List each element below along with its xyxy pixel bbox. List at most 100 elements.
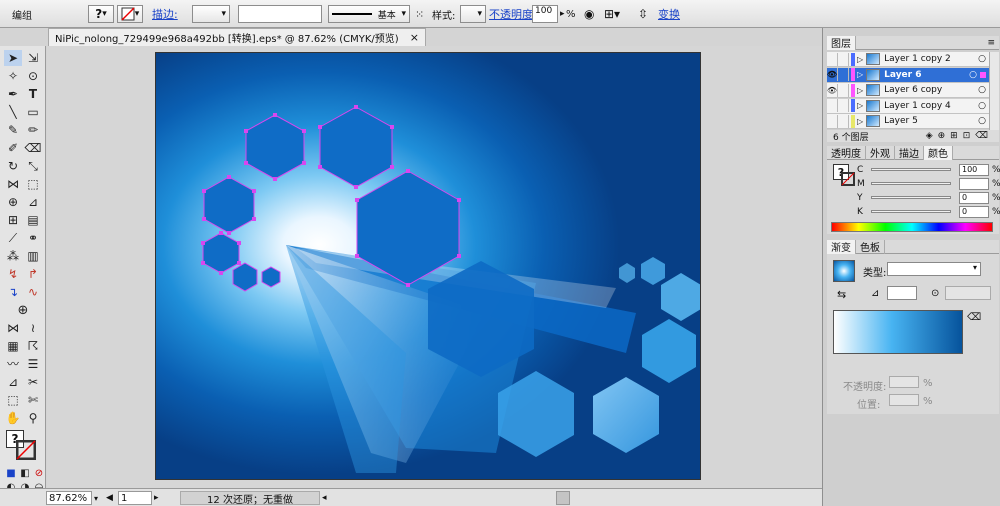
hexagon-shape-selected[interactable] — [319, 106, 393, 188]
black-slider[interactable]: K 0% — [857, 206, 1000, 218]
opacity-link[interactable]: 不透明度: — [489, 4, 537, 24]
canvas-area[interactable] — [47, 46, 822, 488]
pucker-tool-icon[interactable]: ☈ — [24, 338, 42, 354]
measure-tool-icon[interactable]: ⊿ — [4, 374, 22, 390]
hand-tool-icon[interactable]: ✋ — [4, 410, 22, 426]
opacity-input[interactable]: 100 — [532, 5, 558, 23]
live-paint-tool-icon[interactable]: ↯ — [4, 266, 22, 282]
symbol-sprayer-tool-icon[interactable]: ⁂ — [4, 248, 22, 264]
transform-icon[interactable]: ⇳ — [638, 4, 648, 24]
brush-definition-dropdown[interactable]: 基本 ▾ — [328, 5, 410, 23]
lock-toggle[interactable] — [838, 114, 849, 128]
target-icon[interactable]: ○ — [978, 54, 986, 64]
layer-row[interactable]: ▷ Layer 1 copy 4 ○ — [827, 98, 989, 114]
warp-tool-icon[interactable]: ∿ — [24, 284, 42, 300]
first-artboard-icon[interactable]: ◀ — [106, 491, 113, 505]
align-icon[interactable]: ⊞▾ — [604, 4, 620, 24]
wrinkle-tool-icon[interactable]: 〰 — [4, 356, 22, 372]
magic-wand-tool-icon[interactable]: ✧ — [4, 68, 22, 84]
crop-area-tool-icon[interactable]: ⬚ — [4, 392, 22, 408]
next-artboard-icon[interactable]: ▸ — [154, 491, 159, 505]
slider-track[interactable] — [871, 182, 951, 185]
expand-arrow-icon[interactable]: ▷ — [857, 117, 863, 126]
twist-tool-icon[interactable]: ↴ — [4, 284, 22, 300]
scissors-tool-icon[interactable]: ✄ — [24, 392, 42, 408]
stroke-color-dropdown[interactable]: ▾ — [117, 5, 143, 23]
yellow-slider[interactable]: Y 0% — [857, 192, 1000, 204]
slider-track[interactable] — [871, 210, 951, 213]
delete-stop-icon[interactable]: ⌫ — [967, 312, 981, 323]
visibility-eye-icon[interactable] — [827, 52, 838, 66]
expand-arrow-icon[interactable]: ▷ — [857, 55, 863, 64]
hexagon-shape-selected[interactable] — [203, 176, 255, 234]
lock-toggle[interactable] — [838, 83, 849, 97]
scale-tool-icon[interactable]: ⤡ — [24, 158, 42, 174]
slider-track[interactable] — [871, 168, 951, 171]
column-graph-tool-icon[interactable]: ▥ — [24, 248, 42, 264]
crystallize-tool-icon[interactable]: ☰ — [24, 356, 42, 372]
expand-arrow-icon[interactable]: ▷ — [857, 86, 863, 95]
perspective-grid-tool-icon[interactable]: ⊿ — [24, 194, 42, 210]
paintbrush-tool-icon[interactable]: ✎ — [4, 122, 22, 138]
angle-input[interactable] — [887, 286, 917, 300]
pen-tool-icon[interactable]: ✒ — [4, 86, 22, 102]
horizontal-scroll-thumb[interactable] — [556, 491, 570, 505]
document-tab[interactable]: NiPic_nolong_729499e968a492bb [转换].eps* … — [48, 28, 426, 46]
visibility-eye-icon[interactable]: 👁 — [827, 83, 838, 97]
shape-builder-tool-icon[interactable]: ⊕ — [4, 194, 22, 210]
pencil-tool-icon[interactable]: ✏ — [24, 122, 42, 138]
transform-link[interactable]: 变换 — [658, 4, 680, 24]
hexagon-shape-selected[interactable] — [202, 232, 240, 274]
panel-menu-icon[interactable]: ≡ — [987, 38, 995, 48]
lock-toggle[interactable] — [838, 99, 849, 112]
eraser-tool-icon[interactable]: ⌫ — [24, 140, 42, 156]
reverse-gradient-icon[interactable]: ⇆ — [837, 288, 846, 301]
magenta-slider[interactable]: M% — [857, 178, 1000, 190]
aspect-ratio-input[interactable] — [945, 286, 991, 300]
line-tool-icon[interactable]: ╲ — [4, 104, 22, 120]
visibility-eye-icon[interactable]: 👁 — [827, 68, 838, 81]
lock-toggle[interactable] — [838, 52, 849, 66]
artboard-number-field[interactable]: 1 — [118, 491, 152, 505]
gradient-swatch[interactable] — [833, 260, 855, 282]
artboard-tool-icon[interactable]: ⊕ — [14, 302, 32, 318]
color-spectrum-bar[interactable] — [831, 222, 993, 232]
fill-color-dropdown[interactable]: ? ▾ — [88, 5, 114, 23]
fill-stroke-swatch[interactable]: ? — [6, 430, 40, 460]
hexagon-shape[interactable] — [593, 377, 659, 453]
live-paint-selection-icon[interactable]: ↱ — [24, 266, 42, 282]
zoom-tool-icon[interactable]: ⚲ — [24, 410, 42, 426]
gradient-preview-bar[interactable] — [833, 310, 963, 354]
rectangle-tool-icon[interactable]: ▭ — [24, 104, 42, 120]
hexagon-shape[interactable] — [619, 263, 635, 283]
tab-stroke[interactable]: 描边 — [895, 145, 924, 160]
tab-gradient[interactable]: 渐变 — [827, 239, 856, 254]
visibility-eye-icon[interactable] — [827, 114, 838, 128]
selection-tool-icon[interactable]: ➤ — [4, 50, 22, 66]
lasso-tool-icon[interactable]: ⊙ — [24, 68, 42, 84]
artboard[interactable] — [155, 52, 701, 480]
gradient-tool-icon[interactable]: ▤ — [24, 212, 42, 228]
close-tab-icon[interactable]: × — [410, 31, 419, 44]
type-tool-icon[interactable]: T — [24, 86, 42, 102]
free-transform-tool-icon[interactable]: ⬚ — [24, 176, 42, 192]
visibility-eye-icon[interactable] — [827, 99, 838, 112]
lock-toggle[interactable] — [838, 68, 849, 81]
black-value[interactable]: 0 — [959, 206, 989, 218]
tab-color[interactable]: 颜色 — [924, 145, 953, 160]
cyan-slider[interactable]: C 100% — [857, 164, 1000, 176]
direct-selection-tool-icon[interactable]: ⇲ — [24, 50, 42, 66]
eyedropper-tool-icon[interactable]: ⟋ — [4, 230, 22, 246]
cyan-value[interactable]: 100 — [959, 164, 989, 176]
mesh-tool-icon[interactable]: ⊞ — [4, 212, 22, 228]
hexagon-shape[interactable] — [661, 273, 701, 321]
hexagon-shape-selected[interactable] — [232, 262, 258, 292]
yellow-value[interactable]: 0 — [959, 192, 989, 204]
slider-track[interactable] — [871, 196, 951, 199]
tab-swatches[interactable]: 色板 — [856, 239, 885, 254]
layer-row[interactable]: ▷ Layer 1 copy 2 ○ — [827, 52, 989, 67]
layers-panel-header[interactable]: 图层 ≡ — [827, 35, 999, 50]
target-icon[interactable]: ○ — [978, 116, 986, 126]
hexagon-shape-selected[interactable] — [261, 266, 281, 288]
gradient-type-dropdown[interactable]: ▾ — [887, 262, 981, 276]
